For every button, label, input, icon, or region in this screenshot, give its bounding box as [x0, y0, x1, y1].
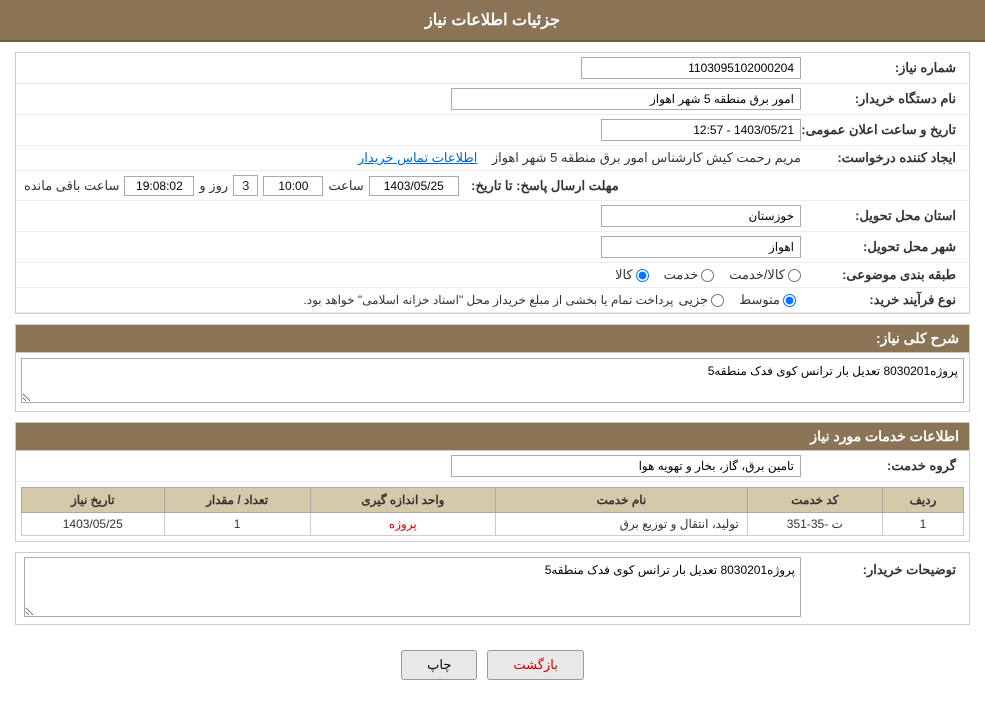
contact-info-link[interactable]: اطلاعات تماس خریدار — [358, 150, 477, 165]
cell-date: 1403/05/25 — [22, 513, 165, 536]
buyer-description-section: توضیحات خریدار: پروژه8030201 تعدیل بار ت… — [15, 552, 970, 625]
page-wrapper: جزئیات اطلاعات نیاز شماره نیاز: نام دستگ… — [0, 0, 985, 705]
process-option-jozi-label: جزیی — [678, 292, 708, 308]
response-deadline-row: مهلت ارسال پاسخ: تا تاریخ: ساعت 3 روز و … — [16, 171, 969, 201]
cell-quantity: 1 — [164, 513, 310, 536]
col-service-name: نام خدمت — [496, 488, 748, 513]
response-time-label: ساعت — [328, 178, 363, 194]
remaining-days-label: روز و — [199, 178, 228, 194]
general-description-content: پروژه8030201 تعدیل بار ترانس کوی فدک منط… — [16, 353, 969, 411]
col-unit: واحد اندازه گیری — [310, 488, 495, 513]
process-type-row: نوع فرآیند خرید: متوسط جزیی پرداخت تمام … — [16, 288, 969, 313]
category-option-kala-label: کالا — [615, 267, 633, 283]
col-date: تاریخ نیاز — [22, 488, 165, 513]
need-number-label: شماره نیاز: — [801, 60, 961, 76]
category-radio-kala[interactable] — [636, 269, 649, 282]
cell-service-name: تولید، انتقال و توزیع برق — [496, 513, 748, 536]
category-option-kala: کالا — [615, 267, 649, 283]
services-table: ردیف کد خدمت نام خدمت واحد اندازه گیری ت… — [21, 487, 964, 536]
remaining-days-value: 3 — [233, 175, 258, 196]
general-description-textarea[interactable]: پروژه8030201 تعدیل بار ترانس کوی فدک منط… — [21, 358, 964, 403]
province-label: استان محل تحویل: — [801, 208, 961, 224]
category-radio-group: کالا/خدمت خدمت کالا — [24, 267, 801, 283]
page-title: جزئیات اطلاعات نیاز — [425, 12, 560, 29]
category-row: طبقه بندی موضوعی: کالا/خدمت خدمت — [16, 263, 969, 288]
need-number-input[interactable] — [581, 57, 801, 79]
buyer-org-input[interactable] — [451, 88, 801, 110]
category-radio-kala-khedmat[interactable] — [788, 269, 801, 282]
col-row-num: ردیف — [882, 488, 963, 513]
cell-row-num: 1 — [882, 513, 963, 536]
content-area: شماره نیاز: نام دستگاه خریدار: تاریخ و س… — [0, 42, 985, 705]
response-time-input[interactable] — [263, 176, 323, 196]
creator-value: مریم رحمت کیش کارشناس امور برق منطقه 5 ش… — [492, 150, 801, 165]
service-group-label: گروه خدمت: — [801, 458, 961, 474]
process-radio-motawaset[interactable] — [783, 294, 796, 307]
category-option-khedmat-label: خدمت — [664, 267, 699, 283]
back-button[interactable]: بازگشت — [487, 650, 583, 680]
category-label: طبقه بندی موضوعی: — [801, 267, 961, 283]
process-type-label: نوع فرآیند خرید: — [801, 292, 961, 308]
need-number-row: شماره نیاز: — [16, 53, 969, 84]
buyer-description-label: توضیحات خریدار: — [801, 557, 961, 578]
bottom-buttons: بازگشت چاپ — [15, 635, 970, 695]
announcement-datetime-input[interactable] — [601, 119, 801, 141]
service-group-row: گروه خدمت: — [16, 451, 969, 482]
print-button[interactable]: چاپ — [401, 650, 477, 680]
process-note: پرداخت تمام یا بخشی از مبلغ خریداز محل "… — [303, 293, 673, 307]
remaining-time-label: ساعت باقی مانده — [24, 178, 119, 194]
category-option-kala-khedmat: کالا/خدمت — [729, 267, 801, 283]
response-deadline-label: مهلت ارسال پاسخ: تا تاریخ: — [464, 178, 624, 194]
services-table-container: ردیف کد خدمت نام خدمت واحد اندازه گیری ت… — [16, 482, 969, 541]
process-option-jozi: جزیی — [678, 292, 724, 308]
remaining-time-input[interactable] — [124, 176, 194, 196]
services-section-title: اطلاعات خدمات مورد نیاز — [16, 423, 969, 451]
response-date-input[interactable] — [369, 176, 459, 196]
process-option-motawaset-label: متوسط — [739, 292, 780, 308]
process-radio-jozi[interactable] — [711, 294, 724, 307]
buyer-org-label: نام دستگاه خریدار: — [801, 91, 961, 107]
category-option-khedmat: خدمت — [664, 267, 715, 283]
province-row: استان محل تحویل: — [16, 201, 969, 232]
announcement-datetime-row: تاریخ و ساعت اعلان عمومی: — [16, 115, 969, 146]
city-label: شهر محل تحویل: — [801, 239, 961, 255]
creator-label: ایجاد کننده درخواست: — [801, 150, 961, 166]
col-service-code: کد خدمت — [747, 488, 882, 513]
announcement-datetime-label: تاریخ و ساعت اعلان عمومی: — [801, 122, 961, 138]
category-option-kala-khedmat-label: کالا/خدمت — [729, 267, 785, 283]
category-radio-khedmat[interactable] — [701, 269, 714, 282]
cell-service-code: ت -35-351 — [747, 513, 882, 536]
creator-row: ایجاد کننده درخواست: مریم رحمت کیش کارشن… — [16, 146, 969, 171]
services-section: اطلاعات خدمات مورد نیاز گروه خدمت: ردیف … — [15, 422, 970, 542]
province-input[interactable] — [601, 205, 801, 227]
col-quantity: تعداد / مقدار — [164, 488, 310, 513]
table-row: 1 ت -35-351 تولید، انتقال و توزیع برق پر… — [22, 513, 964, 536]
city-input[interactable] — [601, 236, 801, 258]
table-header-row: ردیف کد خدمت نام خدمت واحد اندازه گیری ت… — [22, 488, 964, 513]
city-row: شهر محل تحویل: — [16, 232, 969, 263]
general-description-section-title: شرح کلی نیاز: — [16, 325, 969, 353]
buyer-org-row: نام دستگاه خریدار: — [16, 84, 969, 115]
process-radio-group: متوسط جزیی — [678, 292, 796, 308]
process-option-motawaset: متوسط — [739, 292, 796, 308]
general-description-section: شرح کلی نیاز: پروژه8030201 تعدیل بار ترا… — [15, 324, 970, 412]
cell-unit: پروژه — [310, 513, 495, 536]
service-group-input[interactable] — [451, 455, 801, 477]
main-info-section: شماره نیاز: نام دستگاه خریدار: تاریخ و س… — [15, 52, 970, 314]
page-header: جزئیات اطلاعات نیاز — [0, 0, 985, 42]
buyer-description-textarea[interactable]: پروژه8030201 تعدیل بار ترانس کوی فدک منط… — [24, 557, 801, 617]
buyer-description-row: توضیحات خریدار: پروژه8030201 تعدیل بار ت… — [16, 553, 969, 624]
